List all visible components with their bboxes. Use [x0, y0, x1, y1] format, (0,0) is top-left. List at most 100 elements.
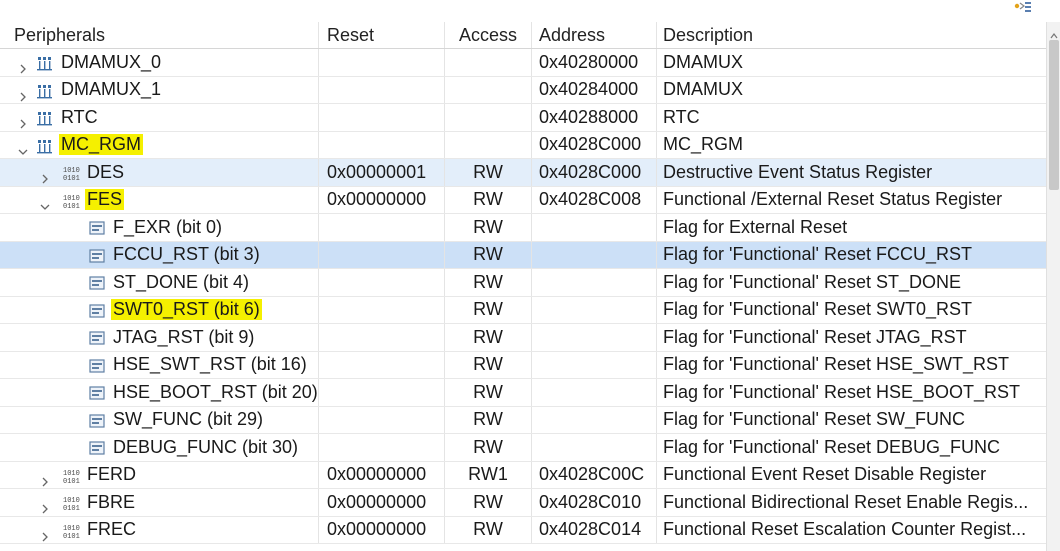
address-cell [532, 434, 657, 461]
description-cell: Functional Bidirectional Reset Enable Re… [663, 491, 1029, 512]
reset-cell [319, 49, 445, 76]
tree-row-field[interactable]: SW_FUNC (bit 29) RW Flag for 'Functional' … [0, 406, 1046, 434]
description-cell: Flag for 'Functional' Reset FCCU_RST [663, 244, 972, 265]
chevron-right-icon[interactable] [18, 58, 28, 74]
description-cell: Flag for 'Functional' Reset JTAG_RST [663, 326, 967, 347]
peripheral-cell: HSE_BOOT_RST (bit 20) [0, 379, 319, 406]
access-cell [445, 131, 532, 158]
peripherals-tree-table: Peripherals Reset Access Address Descrip… [0, 22, 1046, 544]
tree-row-label: F_EXR (bit 0) [113, 214, 222, 241]
svg-text:0101: 0101 [63, 175, 80, 182]
tree-row-field[interactable]: FCCU_RST (bit 3) RW Flag for 'Functional' … [0, 241, 1046, 269]
tree-row-peripheral[interactable]: RTC 0x40288000 RTC [0, 104, 1046, 132]
tree-row-field[interactable]: ST_DONE (bit 4) RW Flag for 'Functional' R… [0, 269, 1046, 297]
chevron-right-icon[interactable] [18, 86, 28, 101]
peripheral-cell: 1010 0101 FERD [0, 461, 319, 488]
address-cell: 0x4028C000 [532, 131, 657, 158]
label-text: HSE_SWT_RST (bit 16) [113, 354, 307, 375]
peripheral-cell: JTAG_RST (bit 9) [0, 324, 319, 351]
tree-row-peripheral[interactable]: DMAMUX_1 0x40284000 DMAMUX [0, 76, 1046, 104]
bitfield-icon [88, 357, 106, 375]
address-cell [532, 296, 657, 323]
bitfield-icon [88, 302, 106, 320]
access-cell: RW [445, 406, 532, 433]
tree-row-label: DMAMUX_0 [61, 49, 161, 76]
tree-row-label: SW_FUNC (bit 29) [113, 407, 263, 434]
tree-row-register[interactable]: 1010 0101 DES 0x00000001 RW 0x4028C000 Destruc… [0, 159, 1046, 187]
description-cell: Functional Event Reset Disable Register [663, 464, 987, 485]
scroll-up-icon[interactable] [1050, 24, 1058, 39]
tree-row-register[interactable]: 1010 0101 FBRE 0x00000000 RW 0x4028C010 Functi… [0, 489, 1046, 517]
column-header-address[interactable]: Address [532, 22, 657, 48]
tree-row-register[interactable]: 1010 0101 FERD 0x00000000 RW1 0x4028C00C Funct… [0, 461, 1046, 489]
chevron-right-icon[interactable] [40, 498, 50, 514]
chevron-down-icon[interactable] [18, 141, 28, 155]
access-cell: RW [445, 351, 532, 378]
reset-cell: 0x00000001 [319, 159, 445, 186]
address-cell: 0x40280000 [532, 49, 657, 76]
tree-row-label: FCCU_RST (bit 3) [113, 242, 260, 269]
peripheral-cell: HSE_SWT_RST (bit 16) [0, 351, 319, 378]
access-cell: RW [445, 159, 532, 186]
peripheral-cell: SW_FUNC (bit 29) [0, 406, 319, 434]
svg-text:0101: 0101 [63, 505, 80, 512]
reset-cell [319, 434, 445, 461]
peripheral-cell: DEBUG_FUNC (bit 30) [0, 434, 319, 461]
access-cell: RW [445, 241, 532, 268]
reset-cell: 0x00000000 [319, 186, 445, 213]
reset-cell: 0x00000000 [319, 489, 445, 516]
reset-cell [319, 379, 445, 406]
register-icon: 1010 0101 [62, 522, 80, 541]
reset-cell [319, 324, 445, 351]
column-header-reset[interactable]: Reset [319, 22, 445, 48]
bitfield-icon [88, 412, 106, 430]
scroll-thumb[interactable] [1049, 40, 1059, 190]
vertical-scrollbar[interactable] [1046, 22, 1060, 551]
peripheral-cell: FCCU_RST (bit 3) [0, 241, 319, 269]
chevron-right-icon[interactable] [40, 526, 50, 541]
description-cell: Flag for 'Functional' Reset ST_DONE [663, 271, 961, 292]
tree-row-field[interactable]: JTAG_RST (bit 9) RW Flag for 'Functional' … [0, 324, 1046, 352]
chevron-right-icon[interactable] [40, 471, 50, 486]
access-cell: RW [445, 324, 532, 351]
description-cell: DMAMUX [663, 79, 743, 100]
tree-row-field[interactable]: HSE_BOOT_RST (bit 20) RW Flag for 'Functio… [0, 379, 1046, 407]
register-icon: 1010 0101 [62, 467, 80, 486]
tree-row-label: JTAG_RST (bit 9) [113, 324, 254, 351]
description-cell: Functional Reset Escalation Counter Regi… [663, 519, 1027, 540]
svg-text:1010: 1010 [63, 167, 80, 175]
chevron-right-icon[interactable] [18, 113, 28, 129]
peripheral-cell: 1010 0101 DES [0, 159, 319, 186]
peripheral-icon [36, 54, 54, 72]
description-cell: Flag for 'Functional' Reset HSE_SWT_RST [663, 354, 1009, 375]
svg-text:1010: 1010 [63, 525, 80, 533]
chevron-down-icon[interactable] [40, 196, 50, 210]
register-icon: 1010 0101 [62, 192, 80, 211]
tree-row-field[interactable]: DEBUG_FUNC (bit 30) RW Flag for 'Functiona… [0, 434, 1046, 462]
access-cell: RW1 [445, 461, 532, 488]
description-cell: Destructive Event Status Register [663, 161, 933, 182]
peripheral-cell: 1010 0101 FREC [0, 516, 319, 543]
tree-row-field[interactable]: HSE_SWT_RST (bit 16) RW Flag for 'Function… [0, 351, 1046, 379]
tree-row-peripheral[interactable]: MC_RGM 0x4028C000 MC_RGM [0, 131, 1046, 159]
access-cell: RW [445, 214, 532, 241]
bitfield-icon [88, 384, 106, 402]
address-cell: 0x4028C00C [532, 461, 657, 488]
tree-row-register[interactable]: 1010 0101 FES 0x00000000 RW 0x4028C008 Functio… [0, 186, 1046, 214]
peripheral-cell: MC_RGM [0, 131, 319, 158]
tree-row-field[interactable]: F_EXR (bit 0) RW Flag for External Reset [0, 214, 1046, 242]
view-menu-icon[interactable] [1012, 0, 1034, 16]
address-cell: 0x40284000 [532, 76, 657, 103]
address-cell: 0x4028C010 [532, 489, 657, 516]
tree-row-peripheral[interactable]: DMAMUX_0 0x40280000 DMAMUX [0, 49, 1046, 77]
tree-row-register[interactable]: 1010 0101 FREC 0x00000000 RW 0x4028C014 Functi… [0, 516, 1046, 544]
address-cell [532, 379, 657, 406]
column-header-description[interactable]: Description [657, 22, 1046, 48]
label-text: FBRE [87, 491, 136, 512]
svg-text:0101: 0101 [63, 478, 80, 485]
column-header-peripherals[interactable]: Peripherals [0, 22, 319, 48]
chevron-right-icon[interactable] [40, 168, 50, 184]
bitfield-icon [88, 439, 106, 457]
tree-row-field[interactable]: SWT0_RST (bit 6) RW Flag for 'Functional' … [0, 296, 1046, 324]
column-header-access[interactable]: Access [445, 22, 532, 48]
